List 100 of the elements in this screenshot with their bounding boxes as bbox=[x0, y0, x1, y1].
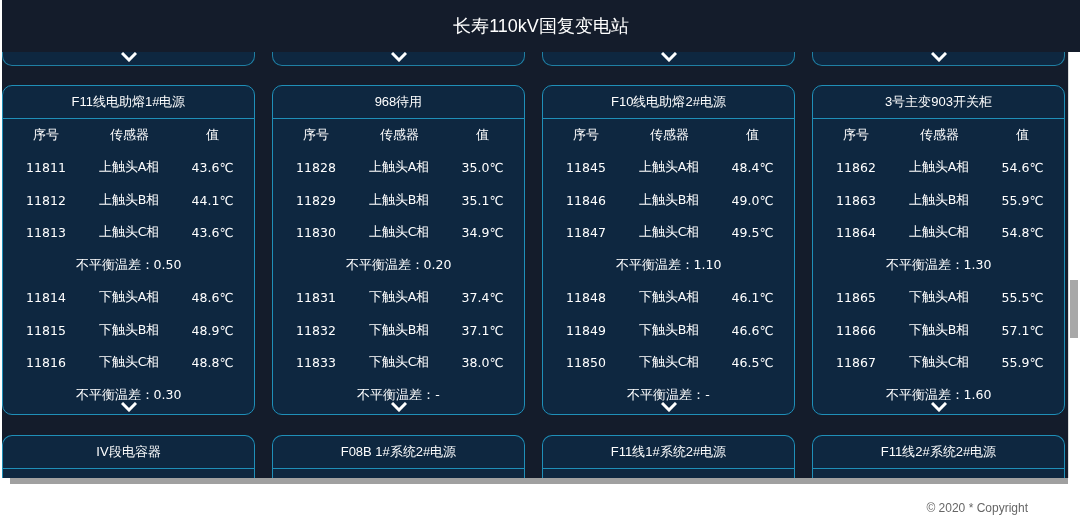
table-cell: 46.5℃ bbox=[731, 355, 774, 371]
card-title: 968待用 bbox=[374, 93, 423, 111]
column-header: 值 bbox=[206, 126, 219, 144]
table-cell: 46.6℃ bbox=[731, 322, 774, 338]
chevron-down-icon[interactable] bbox=[931, 402, 947, 412]
table-cell: 11816 bbox=[26, 355, 66, 371]
table-cell: 57.1℃ bbox=[1001, 322, 1044, 338]
table-cell: 上触头A相 bbox=[98, 159, 160, 177]
table-cell: 54.6℃ bbox=[1001, 160, 1044, 176]
chevron-down-icon[interactable] bbox=[390, 52, 407, 62]
table-cell: 上触头C相 bbox=[368, 224, 430, 242]
table-cell: 54.8℃ bbox=[1001, 225, 1044, 241]
column-header: 序号 bbox=[33, 126, 59, 144]
chevron-down-icon[interactable] bbox=[391, 402, 407, 412]
table-cell: 55.5℃ bbox=[1001, 290, 1044, 306]
imbalance-text: 不平衡温差：0.50 bbox=[75, 256, 182, 274]
table-cell: 下触头B相 bbox=[368, 321, 430, 339]
table-cell: 上触头C相 bbox=[908, 224, 970, 242]
table-cell: 11866 bbox=[836, 322, 876, 338]
table-cell: 11848 bbox=[566, 290, 606, 306]
table-cell: 11832 bbox=[296, 322, 336, 338]
card-title: 3号主变903开关柜 bbox=[885, 93, 992, 111]
table-cell: 11814 bbox=[26, 290, 66, 306]
chevron-down-icon[interactable] bbox=[661, 402, 677, 412]
card-title: F11线2#系统2#电源 bbox=[880, 443, 997, 461]
imbalance-text: 不平衡温差：0.30 bbox=[75, 386, 182, 404]
table-cell: 43.6℃ bbox=[191, 160, 234, 176]
table-cell: 11850 bbox=[566, 355, 606, 371]
imbalance-text: 不平衡温差：- bbox=[627, 386, 710, 404]
table-cell: 上触头C相 bbox=[638, 224, 700, 242]
column-header: 传感器 bbox=[649, 126, 689, 144]
table-cell: 11828 bbox=[296, 160, 336, 176]
imbalance-text: 不平衡温差：1.30 bbox=[885, 256, 992, 274]
table-cell: 35.0℃ bbox=[461, 160, 504, 176]
table-cell: 48.9℃ bbox=[191, 322, 234, 338]
table-cell: 11845 bbox=[566, 160, 606, 176]
scrollbar[interactable] bbox=[1068, 52, 1079, 478]
copyright-text: © 2020 * Copyright bbox=[926, 501, 1028, 515]
table-cell: 下触头B相 bbox=[908, 321, 970, 339]
table-cell: 上触头B相 bbox=[368, 191, 430, 209]
table-cell: 下触头C相 bbox=[638, 354, 700, 372]
table-cell: 11831 bbox=[296, 290, 336, 306]
table-cell: 11864 bbox=[836, 225, 876, 241]
column-header: 值 bbox=[476, 126, 489, 144]
table-cell: 37.4℃ bbox=[461, 290, 504, 306]
column-header: 值 bbox=[1016, 126, 1029, 144]
chevron-down-icon[interactable] bbox=[660, 52, 677, 62]
table-cell: 下触头A相 bbox=[368, 289, 430, 307]
chevron-down-icon[interactable] bbox=[120, 52, 137, 62]
page-title: 长寿110kV国复变电站 bbox=[453, 15, 629, 38]
table-cell: 上触头A相 bbox=[368, 159, 430, 177]
column-header: 序号 bbox=[843, 126, 869, 144]
table-cell: 上触头B相 bbox=[638, 191, 700, 209]
table-cell: 46.1℃ bbox=[731, 290, 774, 306]
table-cell: 38.0℃ bbox=[461, 355, 504, 371]
table-cell: 11862 bbox=[836, 160, 876, 176]
table-cell: 43.6℃ bbox=[191, 225, 234, 241]
table-cell: 下触头C相 bbox=[98, 354, 160, 372]
table-cell: 11833 bbox=[296, 355, 336, 371]
table-cell: 下触头B相 bbox=[98, 321, 160, 339]
table-cell: 下触头A相 bbox=[908, 289, 970, 307]
column-header: 传感器 bbox=[379, 126, 419, 144]
table-cell: 11811 bbox=[26, 160, 66, 176]
table-cell: 11847 bbox=[566, 225, 606, 241]
table-cell: 下触头C相 bbox=[908, 354, 970, 372]
table-cell: 11815 bbox=[26, 322, 66, 338]
imbalance-text: 不平衡温差：0.20 bbox=[345, 256, 452, 274]
table-cell: 48.6℃ bbox=[191, 290, 234, 306]
table-cell: 上触头C相 bbox=[98, 224, 160, 242]
table-cell: 55.9℃ bbox=[1001, 355, 1044, 371]
table-cell: 下触头A相 bbox=[638, 289, 700, 307]
table-cell: 11830 bbox=[296, 225, 336, 241]
table-cell: 上触头B相 bbox=[908, 191, 970, 209]
chevron-down-icon[interactable] bbox=[121, 402, 137, 412]
card-title: IV段电容器 bbox=[96, 443, 161, 461]
table-cell: 11829 bbox=[296, 192, 336, 208]
chevron-down-icon[interactable] bbox=[930, 52, 947, 62]
table-cell: 上触头B相 bbox=[98, 191, 160, 209]
column-header: 传感器 bbox=[109, 126, 149, 144]
column-header: 传感器 bbox=[919, 126, 959, 144]
table-cell: 55.9℃ bbox=[1001, 192, 1044, 208]
table-cell: 11863 bbox=[836, 192, 876, 208]
table-cell: 11849 bbox=[566, 322, 606, 338]
table-cell: 11865 bbox=[836, 290, 876, 306]
table-cell: 11813 bbox=[26, 225, 66, 241]
table-cell: 11812 bbox=[26, 192, 66, 208]
table-cell: 11867 bbox=[836, 355, 876, 371]
imbalance-text: 不平衡温差：1.10 bbox=[615, 256, 722, 274]
table-cell: 49.0℃ bbox=[731, 192, 774, 208]
table-cell: 下触头A相 bbox=[98, 289, 160, 307]
column-header: 序号 bbox=[303, 126, 329, 144]
table-cell: 49.5℃ bbox=[731, 225, 774, 241]
table-cell: 上触头A相 bbox=[908, 159, 970, 177]
table-cell: 48.8℃ bbox=[191, 355, 234, 371]
column-header: 序号 bbox=[573, 126, 599, 144]
table-cell: 37.1℃ bbox=[461, 322, 504, 338]
column-header: 值 bbox=[746, 126, 759, 144]
table-cell: 35.1℃ bbox=[461, 192, 504, 208]
imbalance-text: 不平衡温差：- bbox=[357, 386, 440, 404]
table-cell: 上触头A相 bbox=[638, 159, 700, 177]
